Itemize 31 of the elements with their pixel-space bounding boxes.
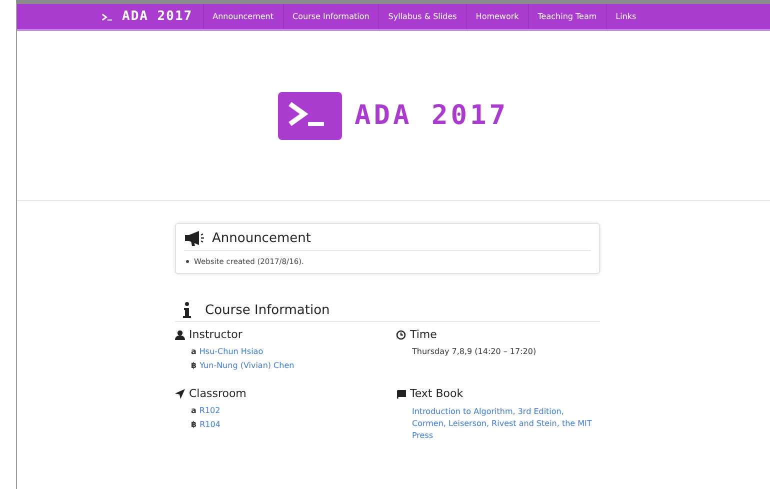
brand-link[interactable]: ADA 2017 [99,9,193,24]
person-link[interactable]: Hsu-Chun Hsiao [199,347,264,356]
marker-glyph: a [191,347,196,356]
person-link[interactable]: R102 [199,406,220,415]
bullet-icon [186,260,189,263]
subsection-title: Time [410,328,437,341]
marker-glyph: ฿ [191,361,197,370]
nav-link[interactable]: Course Information [282,4,378,29]
section-title: Course Information [205,302,330,318]
marker-glyph: a [191,406,196,415]
subsection-title: Instructor [189,328,242,341]
megaphone-icon [184,230,204,246]
terminal-icon [278,92,342,140]
location-arrow-icon [175,388,185,398]
textbook-link[interactable]: Introduction to Algorithm, 3rd Edition, Cormen, Leiserson, Rivest and Stein, the MIT Press [396,406,592,442]
nav-link[interactable]: Teaching Team [528,4,606,29]
subsection-title: Classroom [189,387,246,400]
nav-link[interactable]: Homework [466,4,528,29]
info-icon [183,302,191,318]
user-icon [175,330,185,340]
marker-glyph: ฿ [191,420,197,429]
nav-link[interactable]: Syllabus & Slides [378,4,466,29]
subsection-title: Text Book [410,387,464,400]
nav-link[interactable]: Announcement [202,4,283,29]
person-link[interactable]: R104 [200,420,220,429]
clock-icon [396,330,406,340]
nav-link[interactable]: Links [606,4,646,29]
time-text: Thursday 7,8,9 (14:20 – 17:20) [411,347,538,356]
person-link[interactable]: Yun-Nung (Vivian) Chen [200,361,294,370]
hero-title: ADA 2017 [354,100,509,131]
section-title: Announcement [212,230,311,246]
